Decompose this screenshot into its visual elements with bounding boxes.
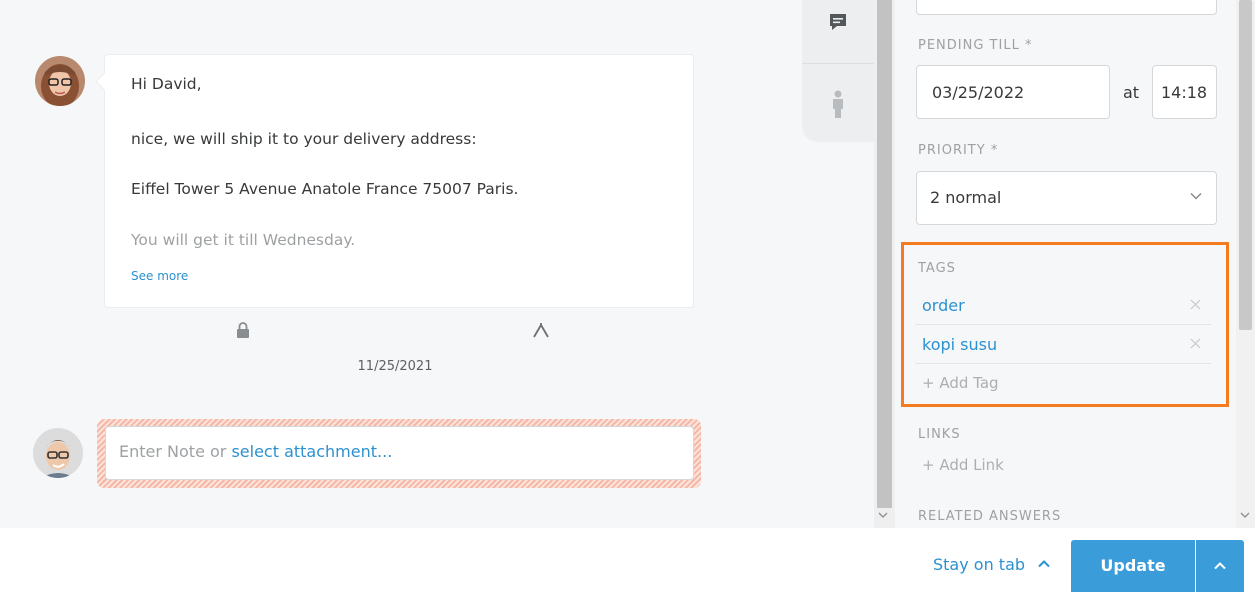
- article-line: You will get it till Wednesday.: [131, 231, 356, 249]
- chevron-down-icon: [1190, 192, 1202, 200]
- links-label: LINKS: [918, 427, 961, 442]
- sidebar-tab-strip: [802, 0, 874, 142]
- scroll-down-icon[interactable]: [1240, 511, 1250, 519]
- tab-customer[interactable]: [802, 65, 874, 142]
- add-link-link[interactable]: + Add Link: [922, 456, 1004, 474]
- split-icon[interactable]: [532, 322, 550, 338]
- article-line: nice, we will ship it to your delivery a…: [131, 130, 477, 148]
- conversation-pane: Hi David, nice, we will ship it to your …: [0, 0, 874, 528]
- stay-on-tab-toggle[interactable]: Stay on tab: [933, 555, 1050, 574]
- update-options-button[interactable]: [1196, 540, 1244, 592]
- select-attachment-link[interactable]: select attachment...: [231, 442, 392, 461]
- update-button[interactable]: Update: [1071, 540, 1195, 592]
- close-icon[interactable]: [1190, 299, 1201, 310]
- article-bubble: Hi David, nice, we will ship it to your …: [104, 54, 694, 308]
- tags-label: TAGS: [918, 261, 956, 276]
- chevron-up-icon: [1214, 562, 1226, 570]
- note-placeholder: Enter Note or: [119, 442, 232, 461]
- add-tag-link[interactable]: + Add Tag: [922, 374, 999, 392]
- priority-label: PRIORITY *: [918, 143, 999, 158]
- sidebar-scrollbar[interactable]: [1236, 0, 1255, 528]
- article-line: Eiffel Tower 5 Avenue Anatole France 750…: [131, 180, 519, 198]
- conversation-scrollbar[interactable]: [874, 0, 895, 528]
- tab-ticket[interactable]: [802, 0, 874, 64]
- pending-date-input[interactable]: 03/25/2022: [916, 65, 1110, 119]
- pending-time-input[interactable]: 14:18: [1152, 65, 1217, 119]
- agent-avatar[interactable]: [35, 56, 85, 106]
- conversation-scroll-thumb[interactable]: [877, 0, 892, 508]
- chat-icon: [830, 14, 846, 30]
- see-more-link[interactable]: See more: [131, 269, 188, 283]
- priority-value: 2 normal: [930, 188, 1002, 207]
- chevron-up-icon: [1038, 560, 1050, 568]
- at-label: at: [1123, 83, 1140, 102]
- note-input[interactable]: Enter Note or select attachment...: [105, 426, 694, 480]
- related-answers-label: RELATED ANSWERS: [918, 509, 1062, 524]
- note-dropzone: Enter Note or select attachment...: [97, 419, 701, 488]
- tag-item: kopi susu: [915, 326, 1211, 364]
- stay-on-tab-label: Stay on tab: [933, 555, 1026, 574]
- article-greeting: Hi David,: [131, 75, 202, 93]
- priority-select[interactable]: 2 normal: [916, 171, 1217, 225]
- current-user-avatar: [33, 428, 83, 478]
- scroll-down-icon[interactable]: [878, 511, 888, 519]
- customer-icon: [833, 90, 843, 118]
- ticket-sidebar: PENDING TILL * 03/25/2022 at 14:18 PRIOR…: [895, 0, 1236, 528]
- lock-icon: [237, 322, 249, 338]
- tag-link[interactable]: order: [922, 296, 965, 315]
- tag-item: order: [915, 287, 1211, 325]
- tag-link[interactable]: kopi susu: [922, 335, 997, 354]
- article-timestamp: 11/25/2021: [357, 359, 433, 374]
- sidebar-scroll-thumb[interactable]: [1239, 0, 1252, 330]
- pending-till-label: PENDING TILL *: [918, 38, 1033, 53]
- state-select[interactable]: [916, 0, 1217, 15]
- close-icon[interactable]: [1190, 338, 1201, 349]
